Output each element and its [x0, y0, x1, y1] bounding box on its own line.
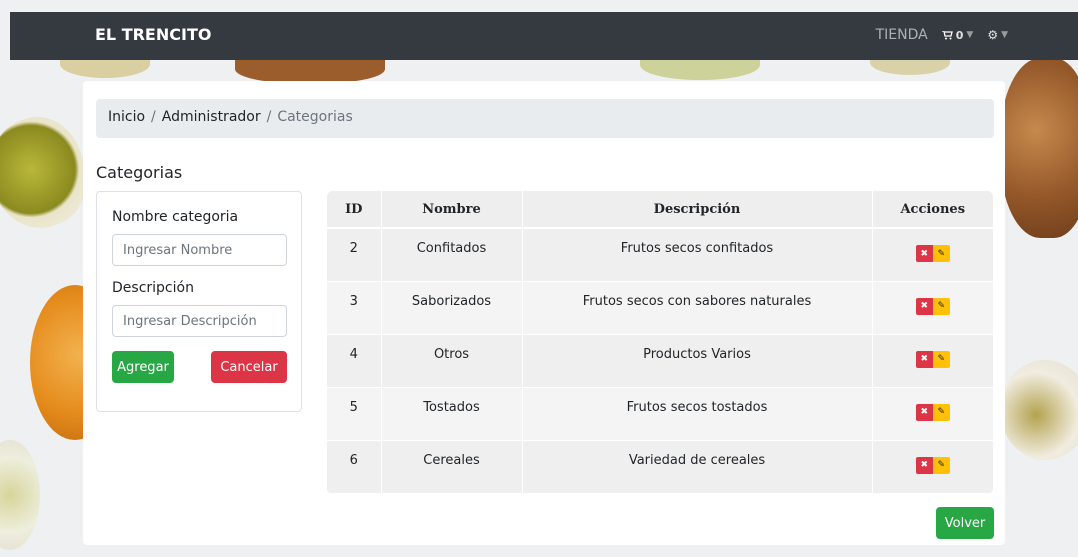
categories-table: ID Nombre Descripción Acciones 2 Confita…	[327, 191, 993, 494]
column-header-description: Descripción	[522, 191, 873, 229]
cell-name: Tostados	[381, 387, 523, 441]
breadcrumb-admin[interactable]: Administrador	[162, 109, 261, 128]
breadcrumb: Inicio / Administrador / Categorias	[96, 99, 994, 138]
breadcrumb-home[interactable]: Inicio	[108, 109, 145, 128]
cell-name: Cereales	[381, 440, 523, 494]
pencil-icon[interactable]: ✎	[932, 456, 950, 474]
pistachio-decoration	[1000, 360, 1078, 460]
nav-link-tienda[interactable]: TIENDA	[876, 27, 928, 43]
cell-id: 6	[327, 440, 382, 494]
settings-dropdown[interactable]: ⚙ ▼	[987, 28, 1008, 42]
add-button[interactable]: Agregar	[112, 351, 174, 383]
walnut-decoration	[1000, 58, 1078, 238]
pencil-icon[interactable]: ✎	[932, 350, 950, 368]
cell-description: Frutos secos con sabores naturales	[522, 281, 873, 335]
cell-id: 4	[327, 334, 382, 388]
cart-icon	[941, 30, 953, 39]
cell-name: Otros	[381, 334, 523, 388]
navbar-right: TIENDA 0 ▼ ⚙ ▼	[876, 27, 1008, 43]
cart-dropdown[interactable]: 0 ▼	[941, 28, 974, 42]
chevron-down-icon: ▼	[966, 30, 974, 40]
gear-icon: ⚙	[987, 28, 999, 42]
delete-icon[interactable]: ✖	[915, 456, 933, 474]
table-header-row: ID Nombre Descripción Acciones	[327, 191, 993, 229]
table-row: 6 Cereales Variedad de cereales ✖ ✎	[327, 440, 993, 494]
cell-id: 5	[327, 387, 382, 441]
cell-description: Frutos secos confitados	[522, 228, 873, 282]
category-form: Nombre categoria Descripción Agregar Can…	[96, 191, 302, 412]
cell-id: 2	[327, 228, 382, 282]
cell-name: Saborizados	[381, 281, 523, 335]
cell-id: 3	[327, 281, 382, 335]
cell-description: Productos Varios	[522, 334, 873, 388]
brand-logo[interactable]: EL TRENCITO	[95, 25, 211, 44]
cell-actions: ✖ ✎	[872, 440, 993, 494]
description-label: Descripción	[112, 280, 194, 296]
cell-description: Frutos secos tostados	[522, 387, 873, 441]
breadcrumb-separator: /	[266, 109, 272, 125]
table-row: 2 Confitados Frutos secos confitados ✖ ✎	[327, 228, 993, 282]
back-button[interactable]: Volver	[936, 507, 994, 539]
delete-icon[interactable]: ✖	[915, 245, 933, 262]
column-header-actions: Acciones	[872, 191, 993, 229]
page-title: Categorias	[96, 163, 183, 182]
cell-actions: ✖ ✎	[872, 387, 993, 441]
cart-count: 0	[955, 28, 964, 42]
table-row: 3 Saborizados Frutos secos con sabores n…	[327, 281, 993, 335]
description-input[interactable]	[112, 305, 287, 337]
name-label: Nombre categoria	[112, 209, 239, 225]
name-input[interactable]	[112, 234, 287, 266]
breadcrumb-current: Categorias	[277, 109, 353, 125]
column-header-name: Nombre	[381, 191, 523, 229]
column-header-id: ID	[327, 191, 382, 229]
navbar: EL TRENCITO TIENDA 0 ▼ ⚙ ▼	[10, 12, 1078, 60]
delete-icon[interactable]: ✖	[915, 350, 933, 368]
pistachio-decoration	[0, 440, 40, 550]
table-row: 5 Tostados Frutos secos tostados ✖ ✎	[327, 387, 993, 441]
cancel-button[interactable]: Cancelar	[211, 351, 287, 383]
cell-actions: ✖ ✎	[872, 334, 993, 388]
cell-actions: ✖ ✎	[872, 281, 993, 335]
pencil-icon[interactable]: ✎	[932, 245, 950, 262]
pencil-icon[interactable]: ✎	[932, 403, 950, 421]
breadcrumb-separator: /	[151, 109, 156, 125]
chevron-down-icon: ▼	[1001, 30, 1008, 40]
pencil-icon[interactable]: ✎	[932, 297, 950, 315]
table-row: 4 Otros Productos Varios ✖ ✎	[327, 334, 993, 388]
cell-description: Variedad de cereales	[522, 440, 873, 494]
delete-icon[interactable]: ✖	[915, 297, 933, 315]
main-card: Inicio / Administrador / Categorias Cate…	[83, 81, 1005, 545]
cell-name: Confitados	[381, 228, 523, 282]
cell-actions: ✖ ✎	[872, 228, 993, 282]
delete-icon[interactable]: ✖	[915, 403, 933, 421]
